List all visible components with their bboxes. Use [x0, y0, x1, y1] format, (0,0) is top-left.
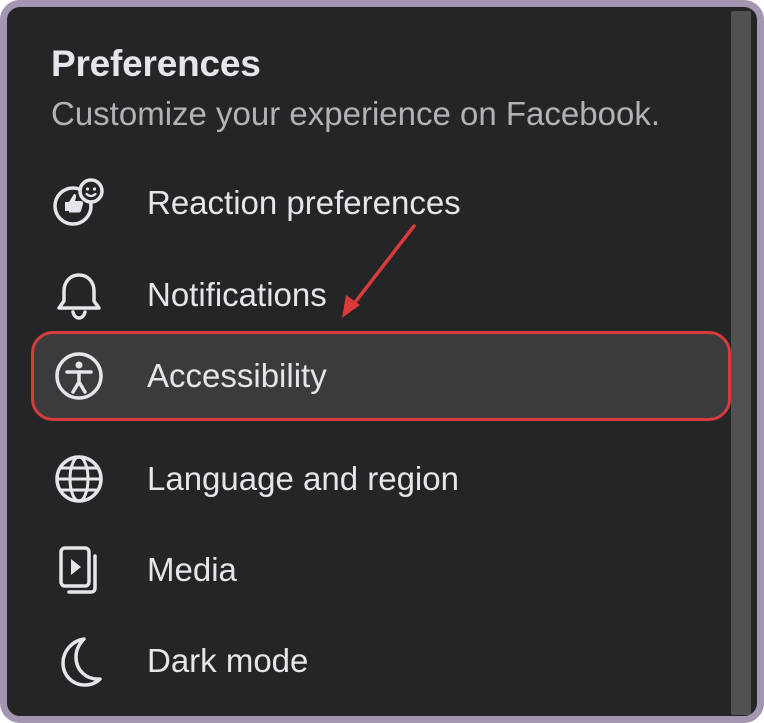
menu-item-label: Notifications [147, 276, 327, 313]
accessibility-icon [51, 348, 107, 404]
globe-icon [51, 451, 107, 507]
bell-icon [51, 267, 107, 323]
page-subtitle: Customize your experience on Facebook. [51, 95, 660, 132]
menu-item-dark-mode[interactable]: Dark mode [31, 616, 731, 706]
menu-item-label: Reaction preferences [147, 184, 461, 221]
moon-icon [51, 633, 107, 689]
menu-item-label: Language and region [147, 460, 459, 497]
reaction-icon [51, 175, 107, 231]
scrollbar[interactable] [731, 11, 751, 715]
menu-item-label: Accessibility [147, 357, 327, 394]
menu-item-language-and-region[interactable]: Language and region [31, 434, 731, 524]
preferences-panel: Preferences Customize your experience on… [0, 0, 764, 723]
media-icon [51, 542, 107, 598]
menu-item-label: Media [147, 551, 237, 588]
page-title: Preferences [51, 43, 261, 84]
menu-item-label: Dark mode [147, 642, 309, 679]
menu-item-notifications[interactable]: Notifications [31, 250, 731, 340]
menu-item-reaction-preferences[interactable]: Reaction preferences [31, 158, 731, 248]
menu-item-media[interactable]: Media [31, 525, 731, 615]
menu-item-accessibility[interactable]: Accessibility [31, 331, 731, 421]
